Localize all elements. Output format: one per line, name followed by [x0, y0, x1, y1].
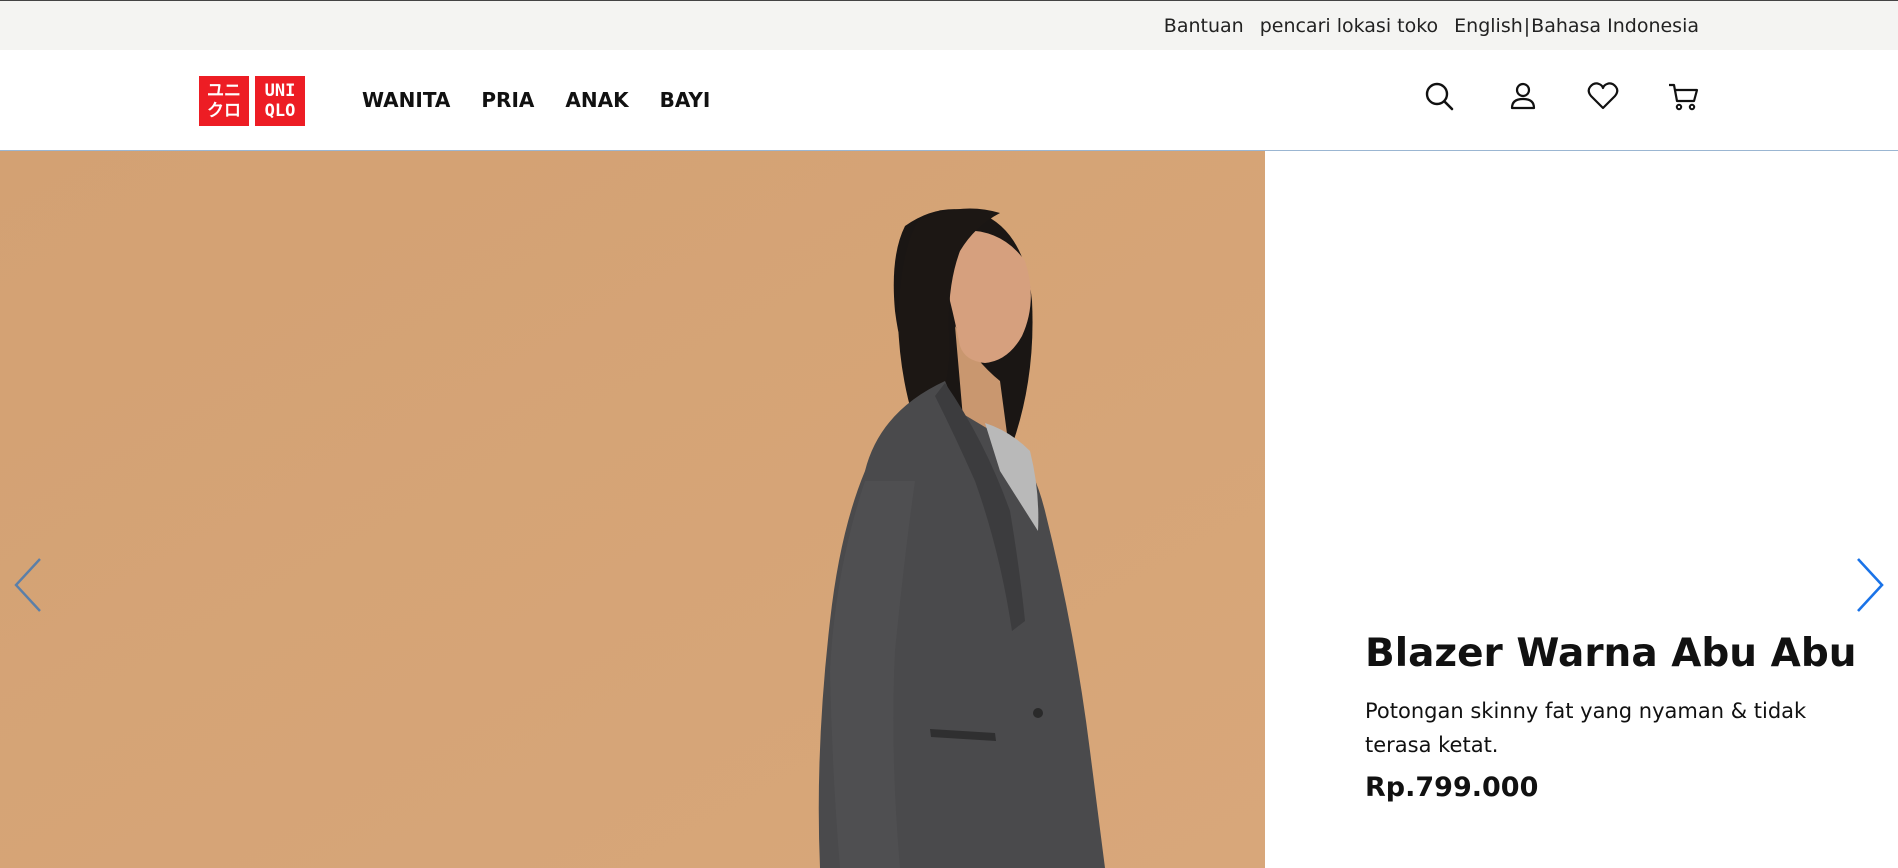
carousel-prev-arrow[interactable]	[8, 555, 48, 615]
nav-item-wanita[interactable]: WANITA	[362, 88, 450, 112]
header-icons	[1422, 78, 1701, 114]
logo-katakana-block: ユニ クロ	[199, 76, 249, 126]
logo-latin-line2: QLO	[264, 101, 296, 121]
store-locator-link[interactable]: pencari lokasi toko	[1260, 15, 1438, 37]
uniqlo-logo[interactable]: ユニ クロ UNI QLO	[199, 76, 305, 126]
utility-links: Bantuan pencari lokasi toko English | Ba…	[1164, 15, 1699, 37]
language-indonesian-link[interactable]: Bahasa Indonesia	[1531, 15, 1699, 37]
hero-image	[0, 151, 1265, 868]
logo-katakana-line2: クロ	[207, 101, 241, 121]
product-info: Blazer Warna Abu Abu Potongan skinny fat…	[1365, 631, 1875, 803]
top-utility-bar: Bantuan pencari lokasi toko English | Ba…	[0, 0, 1898, 50]
nav-item-bayi[interactable]: BAYI	[660, 88, 711, 112]
nav-item-pria[interactable]: PRIA	[481, 88, 534, 112]
wishlist-heart-icon[interactable]	[1585, 78, 1621, 114]
help-link[interactable]: Bantuan	[1164, 15, 1244, 37]
nav-item-anak[interactable]: ANAK	[565, 88, 628, 112]
search-icon[interactable]	[1422, 78, 1458, 114]
hero-carousel: Blazer Warna Abu Abu Potongan skinny fat…	[0, 151, 1898, 868]
main-nav: WANITA PRIA ANAK BAYI	[362, 88, 741, 112]
main-header: ユニ クロ UNI QLO WANITA PRIA ANAK BAYI	[0, 50, 1898, 151]
product-price: Rp.799.000	[1365, 772, 1539, 803]
language-separator: |	[1523, 15, 1531, 37]
cart-icon[interactable]	[1665, 78, 1701, 114]
logo-latin-block: UNI QLO	[255, 76, 305, 126]
product-title[interactable]: Blazer Warna Abu Abu	[1365, 631, 1875, 676]
logo-katakana-line1: ユニ	[207, 81, 241, 101]
carousel-next-arrow[interactable]	[1850, 555, 1890, 615]
logo-latin-line1: UNI	[264, 81, 296, 101]
language-english-link[interactable]: English	[1454, 15, 1523, 37]
model-illustration	[0, 151, 1265, 868]
account-icon[interactable]	[1505, 78, 1541, 114]
product-description: Potongan skinny fat yang nyaman & tidak …	[1365, 699, 1807, 757]
